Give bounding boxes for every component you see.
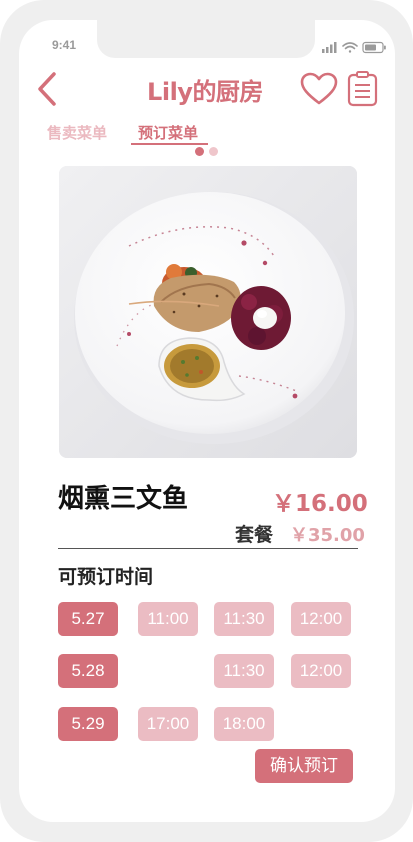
status-time: 9:41: [52, 38, 77, 52]
page-title: Lily的厨房: [147, 78, 263, 106]
battery-icon: [362, 41, 386, 54]
date-chip-5-29: 5.29: [58, 707, 118, 741]
pager-dot-active[interactable]: [195, 147, 204, 156]
date-chip-5-27: 5.27: [58, 602, 118, 636]
signal-icon: [322, 42, 337, 53]
time-slot-button[interactable]: 18:00: [214, 707, 274, 741]
notch: [97, 20, 315, 58]
confirm-booking-button[interactable]: 确认预订: [255, 749, 353, 783]
time-slot-button[interactable]: 11:30: [214, 602, 274, 636]
chevron-left-icon[interactable]: [34, 70, 60, 108]
dish-name: 烟熏三文鱼: [58, 484, 189, 514]
divider: [58, 548, 358, 549]
tab-preorder-menu[interactable]: 预订菜单: [138, 122, 198, 143]
active-tab-underline: [131, 143, 208, 145]
time-slot-button[interactable]: 12:00: [291, 654, 351, 688]
pager-dot[interactable]: [209, 147, 218, 156]
dish-illustration: [59, 166, 357, 458]
heart-icon[interactable]: [300, 72, 338, 106]
time-slot-button[interactable]: 11:00: [138, 602, 198, 636]
date-chip-5-28: 5.28: [58, 654, 118, 688]
wifi-icon: [342, 42, 358, 53]
time-slot-button[interactable]: 12:00: [291, 602, 351, 636]
dish-photo: [59, 166, 357, 458]
time-slot-button[interactable]: 11:30: [214, 654, 274, 688]
combo-price: ￥35.00: [290, 525, 365, 546]
section-title-booking-times: 可预订时间: [58, 566, 154, 588]
dish-price: ￥16.00: [272, 491, 368, 517]
status-icons: [322, 41, 386, 54]
time-slot-button[interactable]: 17:00: [138, 707, 198, 741]
clipboard-icon[interactable]: [347, 70, 379, 108]
combo-label: 套餐: [235, 524, 274, 546]
tab-sale-menu[interactable]: 售卖菜单: [47, 122, 107, 143]
